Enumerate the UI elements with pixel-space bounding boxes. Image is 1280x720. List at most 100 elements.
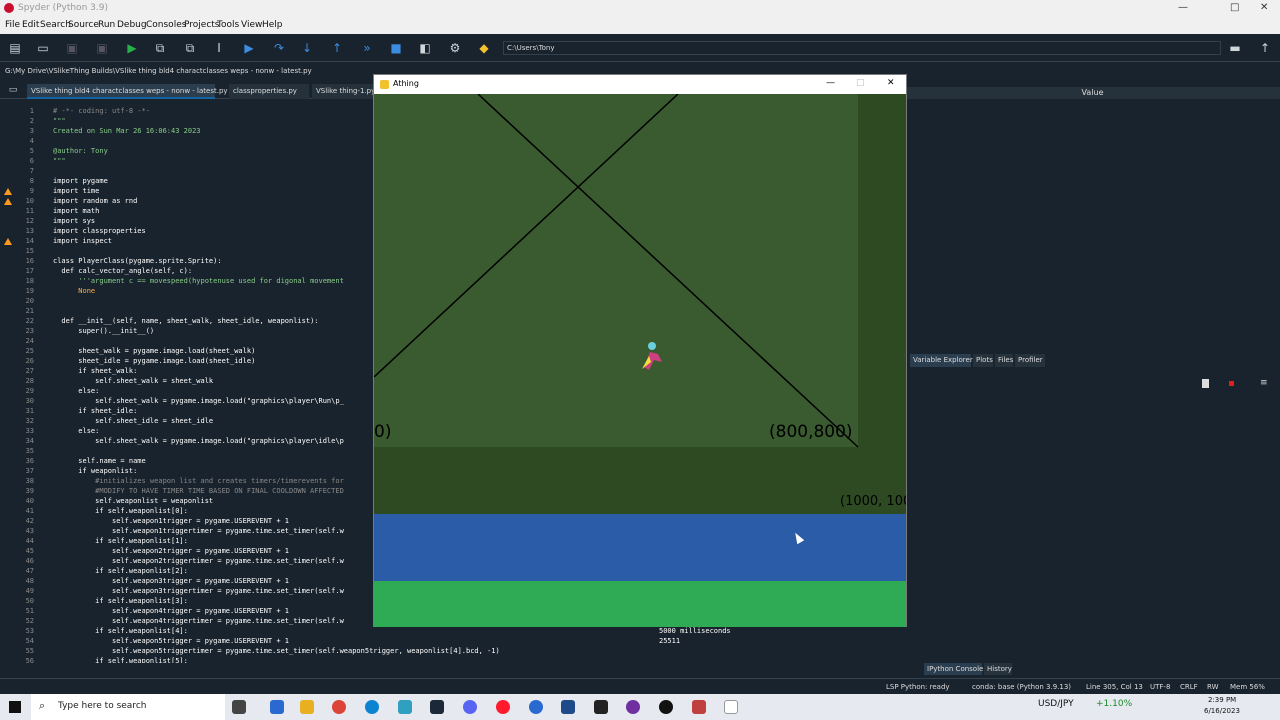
step-return-icon[interactable]: ↑ [330, 41, 344, 55]
run-cell-icon[interactable]: ⧉ [153, 41, 167, 55]
clock-time[interactable]: 2:39 PM [1208, 696, 1236, 704]
open-file-icon[interactable]: ▭ [36, 41, 50, 55]
code-line[interactable]: """ [53, 157, 66, 165]
code-line[interactable]: self.sheet_idle = sheet_idle [53, 417, 213, 425]
steam-icon[interactable] [430, 700, 444, 714]
code-line[interactable]: import classproperties [53, 227, 146, 235]
code-line[interactable]: self.sheet_walk = sheet_walk [53, 377, 213, 385]
code-line[interactable]: self.weapon1trigger = pygame.USEREVENT +… [53, 517, 289, 525]
parent-folder-icon[interactable]: ↑ [1258, 41, 1272, 55]
code-line[interactable]: if weaponlist: [53, 467, 137, 475]
maximize-pane-icon[interactable]: ◧ [418, 41, 432, 55]
code-line[interactable]: if self.weaponlist[2]: [53, 567, 188, 575]
code-line[interactable]: import pygame [53, 177, 108, 185]
code-line[interactable]: self.weapon1triggertimer = pygame.time.s… [53, 527, 344, 535]
code-line[interactable]: # -*- coding: utf-8 -*- [53, 107, 150, 115]
menu-run[interactable]: Run [98, 20, 115, 30]
ticker-symbol[interactable]: USD/JPY [1038, 699, 1074, 709]
code-line[interactable]: self.sheet_walk = pygame.image.load("gra… [53, 397, 344, 405]
maximize-button[interactable]: □ [1230, 0, 1239, 16]
file-explorer-icon[interactable] [300, 700, 314, 714]
start-icon[interactable] [9, 701, 21, 713]
run-cell-advance-icon[interactable]: ⧉ [183, 41, 197, 55]
code-line[interactable]: self.sheet_walk = pygame.image.load("gra… [53, 437, 344, 445]
tab-files[interactable]: Files [995, 354, 1013, 367]
app5-icon[interactable] [692, 700, 706, 714]
run-selection-icon[interactable]: I [212, 41, 226, 55]
taskbar-search[interactable]: ⌕ Type here to search [31, 694, 225, 720]
game-minimize-button[interactable]: — [826, 78, 835, 88]
app2-icon[interactable] [529, 700, 543, 714]
code-line[interactable]: def calc_vector_angle(self, c): [53, 267, 192, 275]
tab-history[interactable]: History [984, 663, 1012, 675]
new-file-icon[interactable]: ▤ [8, 41, 22, 55]
code-line[interactable]: sheet_walk = pygame.image.load(sheet_wal… [53, 347, 255, 355]
python-path-icon[interactable]: ◆ [477, 41, 491, 55]
obs-icon[interactable] [626, 700, 640, 714]
code-line[interactable]: if self.weaponlist[3]: [53, 597, 188, 605]
code-line[interactable]: sheet_idle = pygame.image.load(sheet_idl… [53, 357, 255, 365]
code-line[interactable]: Created on Sun Mar 26 16:06:43 2023 [53, 127, 201, 135]
close-button[interactable]: ✕ [1260, 0, 1268, 16]
code-line[interactable]: if self.weaponlist[0]: [53, 507, 188, 515]
game-close-button[interactable]: ✕ [887, 78, 895, 88]
code-line[interactable]: if sheet_walk: [53, 367, 137, 375]
code-line[interactable]: """ [53, 117, 66, 125]
code-line[interactable]: else: [53, 427, 99, 435]
run-icon[interactable]: ▶ [125, 41, 139, 55]
github-icon[interactable] [659, 700, 673, 714]
tab-plots[interactable]: Plots [973, 354, 993, 367]
code-line[interactable]: self.name = name [53, 457, 145, 465]
menu-view[interactable]: View [241, 20, 262, 30]
stop-icon[interactable]: ■ [389, 41, 403, 55]
code-line[interactable]: import math [53, 207, 99, 215]
code-line[interactable]: self.weapon3trigger = pygame.USEREVENT +… [53, 577, 289, 585]
code-line[interactable]: self.weapon2triggertimer = pygame.time.s… [53, 557, 344, 565]
value-column-header[interactable]: Value [905, 87, 1280, 99]
menu-tools[interactable]: Tools [217, 20, 239, 30]
console-options-icon[interactable]: ≡ [1260, 378, 1268, 388]
debug-icon[interactable]: ▶ [242, 41, 256, 55]
tab-vslike-thing-1[interactable]: VSlike thing-1.py [312, 84, 376, 99]
minimize-button[interactable]: — [1178, 0, 1188, 16]
clear-console-icon[interactable] [1202, 379, 1209, 388]
menu-file[interactable]: File [5, 20, 20, 30]
working-directory-input[interactable]: C:\Users\Tony [503, 41, 1221, 55]
code-line[interactable]: #initializes weapon list and creates tim… [53, 477, 344, 485]
app4-icon[interactable] [594, 700, 608, 714]
code-line[interactable]: self.weaponlist = weaponlist [53, 497, 213, 505]
code-line[interactable]: def __init__(self, name, sheet_walk, she… [53, 317, 318, 325]
app-icon[interactable] [398, 700, 412, 714]
warning-icon[interactable] [4, 188, 12, 195]
edge-icon[interactable] [365, 700, 379, 714]
opera-icon[interactable] [496, 700, 510, 714]
pygame-window[interactable]: Athing — □ ✕ 0) (800,800) (1000, 100 [373, 74, 907, 627]
task-view-icon[interactable] [232, 700, 246, 714]
clock-date[interactable]: 6/16/2023 [1204, 707, 1240, 715]
code-line[interactable]: None [53, 287, 95, 295]
continue-icon[interactable]: » [360, 41, 374, 55]
code-line[interactable]: import random as rnd [53, 197, 137, 205]
code-line[interactable]: if self.weaponlist[1]: [53, 537, 188, 545]
discord-icon[interactable] [463, 700, 477, 714]
browse-folder-icon[interactable]: ▬ [1228, 41, 1242, 55]
interrupt-kernel-icon[interactable] [1229, 381, 1234, 386]
tab-main-script[interactable]: VSlike thing bld4 charactclasses weps - … [27, 84, 228, 99]
warning-icon[interactable] [4, 198, 12, 205]
browse-tabs-icon[interactable]: ▭ [6, 83, 20, 97]
code-line[interactable]: if self.weaponlist[5]: [53, 657, 188, 663]
game-canvas[interactable]: 0) (800,800) (1000, 100 [374, 94, 906, 627]
app3-icon[interactable] [561, 700, 575, 714]
code-line[interactable]: class PlayerClass(pygame.sprite.Sprite): [53, 257, 222, 265]
code-line[interactable]: import time [53, 187, 99, 195]
code-line[interactable]: import inspect [53, 237, 112, 245]
chrome-icon[interactable] [332, 700, 346, 714]
tab-profiler[interactable]: Profiler [1015, 354, 1045, 367]
save-icon[interactable]: ▣ [65, 41, 79, 55]
menu-projects[interactable]: Projects [184, 20, 219, 30]
menu-consoles[interactable]: Consoles [146, 20, 186, 30]
code-line[interactable]: if self.weaponlist[4]: [53, 627, 188, 635]
preferences-icon[interactable]: ⚙ [448, 41, 462, 55]
code-line[interactable]: else: [53, 387, 99, 395]
tab-variable-explorer[interactable]: Variable Explorer [910, 354, 973, 367]
